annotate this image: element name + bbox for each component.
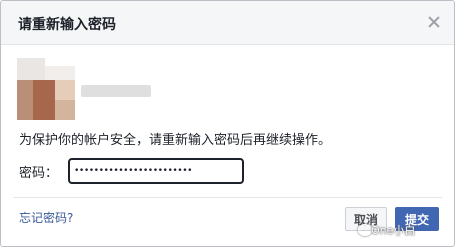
close-icon[interactable] <box>428 16 440 28</box>
forgot-password-link[interactable]: 忘记密码? <box>19 209 73 226</box>
password-input[interactable] <box>68 158 244 184</box>
password-label: 密码： <box>19 166 59 181</box>
reenter-password-dialog: 请重新输入密码 为保护你的帐户安全，请重新输入密码后再继续操作。 密码： 忘记密… <box>0 0 455 247</box>
footer-divider <box>13 197 442 198</box>
avatar <box>17 58 77 123</box>
wechat-icon <box>358 224 372 236</box>
dialog-header: 请重新输入密码 <box>1 1 454 45</box>
dialog-title: 请重新输入密码 <box>18 17 116 33</box>
security-message: 为保护你的帐户安全，请重新输入密码后再继续操作。 <box>19 133 332 148</box>
watermark: One小白 <box>371 224 416 237</box>
blurred-username <box>81 85 151 97</box>
